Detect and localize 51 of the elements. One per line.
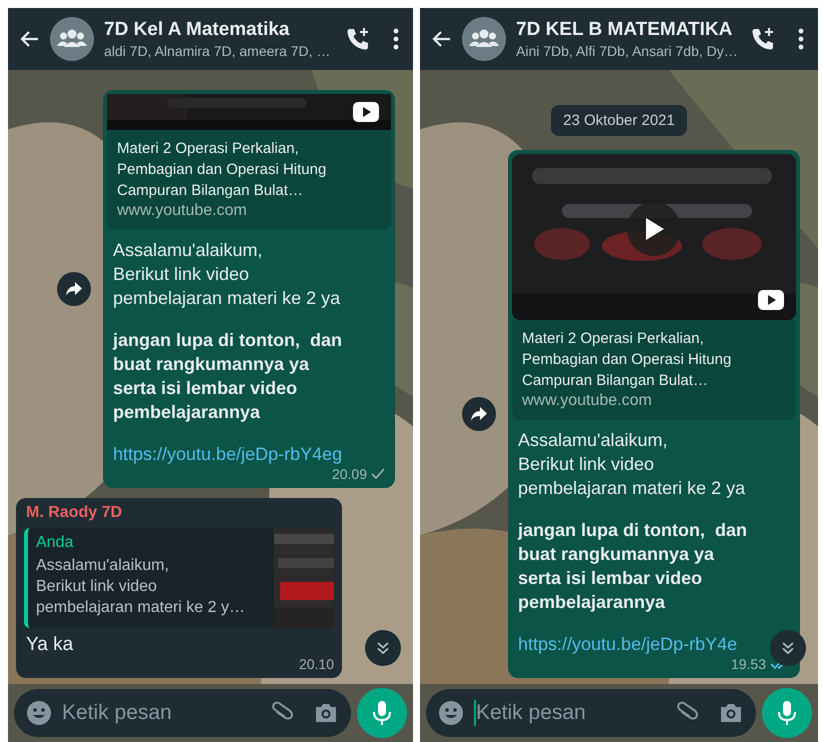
- play-logo-icon: [758, 290, 784, 310]
- double-chevron-down-icon: [780, 640, 796, 656]
- chat-title[interactable]: 7D Kel A Matematika: [104, 19, 337, 41]
- preview-domain: www.youtube.com: [117, 202, 248, 220]
- group-avatar-icon: [50, 17, 94, 61]
- smiley-icon: [438, 700, 464, 726]
- preview-title: Materi 2 Operasi Perkalian, Pembagian dan Operasi Hitung Campuran Bilangan Bulat…: [117, 139, 328, 201]
- quote-author: Anda: [36, 534, 74, 552]
- emoji-button[interactable]: [436, 698, 466, 728]
- emoji-button[interactable]: [24, 698, 54, 728]
- message-time: 19.53: [730, 656, 766, 672]
- microphone-icon: [371, 700, 393, 726]
- quote-text: Assalamu'alaikum, Berikut link video pembelajaran materi ke 2 y…: [36, 556, 246, 618]
- message-link[interactable]: https://youtu.be/jeDp-rbY4e: [518, 632, 738, 656]
- sender-name: M. Raody 7D: [26, 504, 124, 522]
- message-input[interactable]: Ketik pesan: [62, 701, 259, 725]
- message-time: 20.09: [332, 466, 367, 482]
- smiley-icon: [26, 700, 52, 726]
- preview-domain: www.youtube.com: [522, 392, 653, 410]
- message-field[interactable]: Ketik pesan: [14, 689, 351, 737]
- chat-title[interactable]: 7D KEL B MATEMATIKA: [516, 19, 742, 41]
- link-preview[interactable]: Materi 2 Operasi Perkalian, Pembagian dan Operasi Hitung Campuran Bilangan Bulat… www.youtube.com: [512, 320, 796, 420]
- share-arrow-icon: [470, 406, 488, 422]
- message-field[interactable]: Ketik pesan: [426, 689, 756, 737]
- quoted-message[interactable]: Anda Assalamu'alaikum, Berikut link video pembelajaran materi ke 2 y…: [24, 528, 334, 628]
- voice-record-button[interactable]: [357, 688, 407, 738]
- voice-record-button[interactable]: [762, 688, 812, 738]
- message-time: 20.10: [298, 656, 334, 672]
- message-text: jangan lupa di tonton, dan buat rangkumannya ya serta isi lembar video pembelajarannya: [113, 329, 342, 424]
- message-text: jangan lupa di tonton, dan buat rangkumannya ya serta isi lembar video pembelajarannya: [518, 519, 747, 614]
- double-chevron-down-icon: [375, 640, 391, 656]
- microphone-icon: [776, 700, 798, 726]
- camera-icon: [718, 701, 744, 725]
- share-arrow-icon: [65, 281, 83, 297]
- message-text: Assalamu'alaikum, Berikut link video pembelajaran materi ke 2 ya: [518, 429, 746, 500]
- message-text: Assalamu'alaikum, Berikut link video pembelajaran materi ke 2 ya: [113, 239, 340, 310]
- participants-list: Aini 7Db, Alfi 7Db, Ansari 7db, Dy…: [516, 43, 742, 59]
- phone-plus-icon: [750, 26, 776, 52]
- message-text: Ya ka: [25, 633, 74, 656]
- message-link[interactable]: https://youtu.be/jeDp-rbY4eg: [113, 442, 342, 466]
- more-icon: [798, 28, 804, 50]
- participants-list: aldi 7D, Alnamira 7D, ameera 7D, …: [104, 43, 337, 59]
- more-icon: [393, 28, 399, 50]
- play-logo-icon: [353, 102, 379, 122]
- phone-plus-icon: [345, 26, 371, 52]
- message-input[interactable]: Ketik pesan: [476, 701, 664, 725]
- group-avatar-icon: [462, 17, 506, 61]
- date-chip: 23 Oktober 2021: [551, 105, 687, 136]
- link-preview[interactable]: Materi 2 Operasi Perkalian, Pembagian dan Operasi Hitung Campuran Bilangan Bulat… www.youtube.com: [107, 130, 391, 230]
- preview-title: Materi 2 Operasi Perkalian, Pembagian dan Operasi Hitung Campuran Bilangan Bulat…: [522, 329, 732, 391]
- camera-icon: [313, 701, 339, 725]
